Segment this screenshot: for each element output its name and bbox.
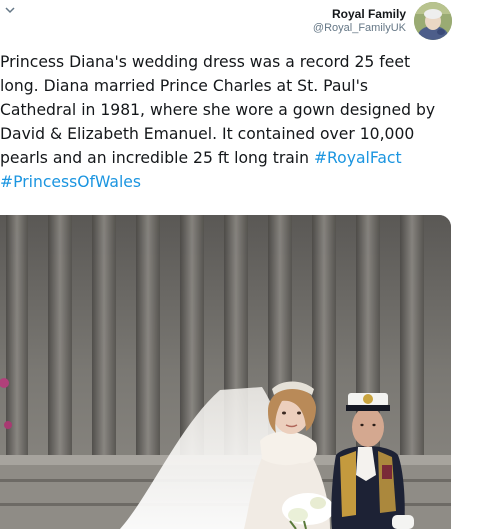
hashtag-link[interactable]: #PrincessOfWales [0, 173, 141, 191]
author-name[interactable]: Royal Family [313, 7, 406, 22]
tweet-photo[interactable] [0, 215, 451, 529]
tweet-card: Royal Family @Royal_FamilyUK Princess Di… [0, 0, 488, 529]
tweet-line: pearls and an incredible 25 ft long trai… [0, 146, 470, 170]
author-info[interactable]: Royal Family @Royal_FamilyUK [313, 7, 406, 35]
tweet-text: Princess Diana's wedding dress was a rec… [0, 50, 470, 194]
hashtag-link[interactable]: #RoyalFact [314, 149, 402, 167]
tweet-line: Cathedral in 1981, where she wore a gown… [0, 101, 436, 119]
tweet-line: David & Elizabeth Emanuel. It contained … [0, 125, 415, 143]
wedding-photo [0, 215, 451, 529]
avatar-image [414, 2, 452, 40]
author-handle[interactable]: @Royal_FamilyUK [313, 22, 406, 35]
chevron-down-icon[interactable] [4, 4, 18, 16]
avatar[interactable] [414, 2, 452, 40]
chevron-down-glyph [5, 7, 15, 14]
tweet-line: Princess Diana's wedding dress was a rec… [0, 53, 411, 71]
tweet-line: #PrincessOfWales [0, 170, 470, 194]
tweet-line-text: pearls and an incredible 25 ft long trai… [0, 149, 314, 167]
tweet-line: long. Diana married Prince Charles at St… [0, 77, 368, 95]
